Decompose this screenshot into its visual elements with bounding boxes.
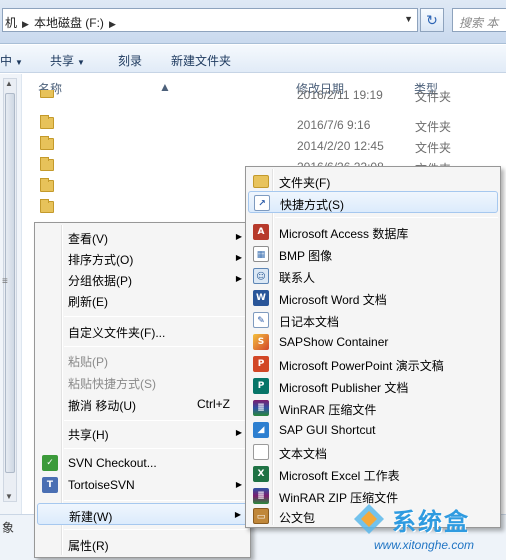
breadcrumb-drive[interactable]: 本地磁盘 (F:) (34, 16, 104, 30)
menu-separator (64, 529, 248, 530)
submenu-arrow-icon: ▶ (235, 232, 242, 241)
publisher-icon: P (253, 378, 269, 394)
word-icon: W (253, 290, 269, 306)
folder-icon (253, 175, 269, 188)
journal-icon: ✎ (253, 312, 269, 328)
winrar-zip-icon: ≣ (253, 488, 269, 504)
command-toolbar: 中 ▼ 共享 ▼ 刻录 新建文件夹 (0, 45, 506, 73)
submenu-arrow-icon: ▶ (235, 428, 242, 437)
new-menu-item-word[interactable]: W Microsoft Word 文档 (248, 287, 498, 309)
submenu-arrow-icon: ▶ (235, 253, 242, 262)
menu-separator (64, 448, 248, 449)
menu-item-new[interactable]: 新建(W) ▶ (37, 503, 248, 525)
new-menu-item-text-document[interactable]: 文本文档 (248, 441, 498, 463)
text-document-icon (253, 444, 269, 460)
menu-item-sort[interactable]: 排序方式(O) ▶ (37, 247, 248, 269)
menu-item-properties[interactable]: 属性(R) (37, 533, 248, 555)
menu-separator (64, 316, 248, 317)
new-menu-item-shortcut[interactable]: ↗ 快捷方式(S) (248, 191, 498, 213)
file-row[interactable]: 2014/2/20 12:45 文件夹 (22, 135, 506, 155)
breadcrumb-computer[interactable]: 机 (5, 16, 17, 30)
winrar-icon: ≣ (253, 400, 269, 416)
folder-icon (40, 90, 54, 98)
folder-icon (40, 199, 54, 213)
watermark-title: 系统盒 (392, 509, 470, 536)
scroll-up-icon[interactable]: ▲ (5, 79, 13, 88)
menu-item-paste[interactable]: 粘贴(P) (37, 349, 248, 371)
breadcrumb-separator-icon[interactable]: ▶ (109, 19, 116, 29)
new-menu-item-publisher[interactable]: P Microsoft Publisher 文档 (248, 375, 498, 397)
access-icon: A (253, 224, 269, 240)
watermark: 系统盒 www.xitonghe.com (352, 500, 506, 560)
new-menu-item-contact[interactable]: ☺ 联系人 (248, 265, 498, 287)
refresh-button[interactable]: ↻ (420, 8, 444, 32)
menu-item-refresh[interactable]: 刷新(E) (37, 289, 248, 311)
menu-item-paste-shortcut[interactable]: 粘贴快捷方式(S) (37, 371, 248, 393)
new-menu-item-folder[interactable]: 文件夹(F) (248, 170, 498, 192)
search-input[interactable]: 搜索 本 (452, 8, 506, 32)
splitter-grip-icon[interactable]: ≡ (2, 276, 8, 287)
folder-icon (40, 136, 54, 150)
contact-icon: ☺ (253, 268, 269, 284)
menu-item-view[interactable]: 查看(V) ▶ (37, 226, 248, 248)
excel-icon: X (253, 466, 269, 482)
address-input[interactable]: 机 ▶ 本地磁盘 (F:) ▶ ▼ (2, 8, 418, 32)
submenu-arrow-icon: ▶ (234, 510, 241, 519)
briefcase-icon: ▭ (253, 508, 269, 524)
menu-item-tortoisesvn[interactable]: T TortoiseSVN ▶ (37, 474, 248, 496)
refresh-icon: ↻ (426, 12, 438, 28)
tortoisesvn-icon: T (42, 477, 58, 493)
watermark-url: www.xitonghe.com (374, 538, 475, 552)
new-menu-item-sapshow[interactable]: S SAPShow Container (248, 331, 498, 353)
context-menu: 查看(V) ▶ 排序方式(O) ▶ 分组依据(P) ▶ 刷新(E) 自定义文件夹… (34, 222, 251, 558)
share-button[interactable]: 共享 ▼ (50, 52, 85, 69)
submenu-arrow-icon: ▶ (235, 480, 242, 489)
menu-item-group[interactable]: 分组依据(P) ▶ (37, 268, 248, 290)
new-menu-item-bmp[interactable]: ▦ BMP 图像 (248, 243, 498, 265)
submenu-arrow-icon: ▶ (235, 274, 242, 283)
file-row[interactable]: 2016/7/6 9:16 文件夹 (22, 114, 506, 134)
menu-item-customize-folder[interactable]: 自定义文件夹(F)... (37, 320, 248, 342)
menu-item-undo-move[interactable]: 撤消 移动(U) Ctrl+Z (37, 393, 248, 415)
vertical-scrollbar[interactable]: ▲ ▼ (3, 78, 17, 502)
chevron-down-icon: ▼ (77, 58, 85, 67)
folder-icon (40, 178, 54, 192)
shortcut-icon: ↗ (254, 195, 270, 211)
new-menu-item-powerpoint[interactable]: P Microsoft PowerPoint 演示文稿 (248, 353, 498, 375)
file-row[interactable]: 2016/2/11 19:19 文件夹 (22, 90, 506, 104)
burn-button[interactable]: 刻录 (118, 52, 142, 69)
folder-icon (40, 115, 54, 129)
chevron-down-icon: ▼ (15, 58, 23, 67)
menu-item-share[interactable]: 共享(H) ▶ (37, 422, 248, 444)
new-menu-item-winrar[interactable]: ≣ WinRAR 压缩文件 (248, 397, 498, 419)
breadcrumb-separator-icon[interactable]: ▶ (22, 19, 29, 29)
powerpoint-icon: P (253, 356, 269, 372)
xitonghe-logo-icon (354, 504, 384, 534)
address-bar: 机 ▶ 本地磁盘 (F:) ▶ ▼ ↻ 搜索 本 (0, 0, 506, 44)
navigation-pane: ▲ ▼ ≡ (0, 74, 22, 514)
sapgui-icon: ◢ (253, 422, 269, 438)
sapshow-icon: S (253, 334, 269, 350)
organize-button[interactable]: 中 ▼ (0, 52, 23, 69)
menu-item-svn-checkout[interactable]: ✓ SVN Checkout... (37, 452, 248, 474)
folder-icon (40, 157, 54, 171)
status-text: 象 (2, 521, 15, 535)
menu-separator (64, 420, 248, 421)
address-dropdown-icon[interactable]: ▼ (404, 14, 413, 24)
new-menu-item-sapgui[interactable]: ◢ SAP GUI Shortcut (248, 419, 498, 441)
new-menu-item-access[interactable]: A Microsoft Access 数据库 (248, 221, 498, 243)
new-folder-button[interactable]: 新建文件夹 (171, 52, 231, 69)
menu-separator (64, 346, 248, 347)
menu-separator (64, 500, 248, 501)
new-submenu: 文件夹(F) ↗ 快捷方式(S) A Microsoft Access 数据库 … (245, 166, 501, 528)
bmp-icon: ▦ (253, 246, 269, 262)
menu-separator (275, 217, 498, 218)
svn-checkout-icon: ✓ (42, 455, 58, 471)
new-menu-item-excel[interactable]: X Microsoft Excel 工作表 (248, 463, 498, 485)
scroll-down-icon[interactable]: ▼ (5, 492, 13, 501)
new-menu-item-journal[interactable]: ✎ 日记本文档 (248, 309, 498, 331)
